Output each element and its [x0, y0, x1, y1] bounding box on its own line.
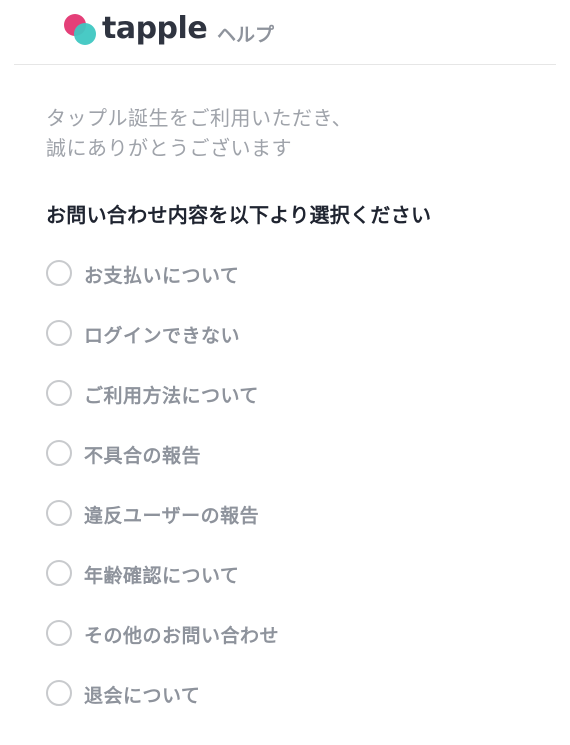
option-payment[interactable]: お支払いについて — [46, 254, 526, 314]
option-label: ご利用方法について — [84, 385, 259, 407]
option-label: 年齢確認について — [84, 565, 240, 587]
option-usage[interactable]: ご利用方法について — [46, 374, 526, 434]
inquiry-options-list: お支払いについて ログインできない ご利用方法について 不具合の報告 違反ユーザ… — [46, 254, 526, 734]
radio-button[interactable] — [46, 680, 72, 706]
welcome-line-1: タップル誕生をご利用いただき、 — [46, 106, 353, 130]
option-label: 違反ユーザーの報告 — [84, 505, 260, 527]
option-label: その他のお問い合わせ — [84, 625, 280, 647]
radio-button[interactable] — [46, 260, 72, 286]
radio-button[interactable] — [46, 500, 72, 526]
radio-button[interactable] — [46, 440, 72, 466]
tapple-logo-icon — [64, 14, 96, 45]
option-cannot-login[interactable]: ログインできない — [46, 314, 526, 374]
option-bug-report[interactable]: 不具合の報告 — [46, 434, 526, 494]
option-label: お支払いについて — [84, 265, 240, 287]
logo-wordmark[interactable]: tapple — [102, 11, 208, 46]
help-label: ヘルプ — [217, 24, 275, 46]
option-other[interactable]: その他のお問い合わせ — [46, 614, 526, 674]
radio-button[interactable] — [46, 620, 72, 646]
option-withdrawal[interactable]: 退会について — [46, 674, 526, 734]
radio-button[interactable] — [46, 380, 72, 406]
radio-button[interactable] — [46, 560, 72, 586]
help-page: tapple ヘルプ タップル誕生をご利用いただき、 誠にありがとうございます … — [0, 0, 570, 745]
option-report-user[interactable]: 違反ユーザーの報告 — [46, 494, 526, 554]
header: tapple ヘルプ — [14, 0, 556, 65]
radio-button[interactable] — [46, 320, 72, 346]
option-age-verification[interactable]: 年齢確認について — [46, 554, 526, 614]
option-label: 不具合の報告 — [84, 445, 202, 467]
welcome-message: タップル誕生をご利用いただき、 誠にありがとうございます — [46, 103, 352, 163]
option-label: ログインできない — [84, 325, 241, 347]
option-label: 退会について — [84, 685, 201, 707]
inquiry-prompt-heading: お問い合わせ内容を以下より選択ください — [46, 203, 432, 227]
welcome-line-2: 誠にありがとうございます — [46, 136, 292, 160]
